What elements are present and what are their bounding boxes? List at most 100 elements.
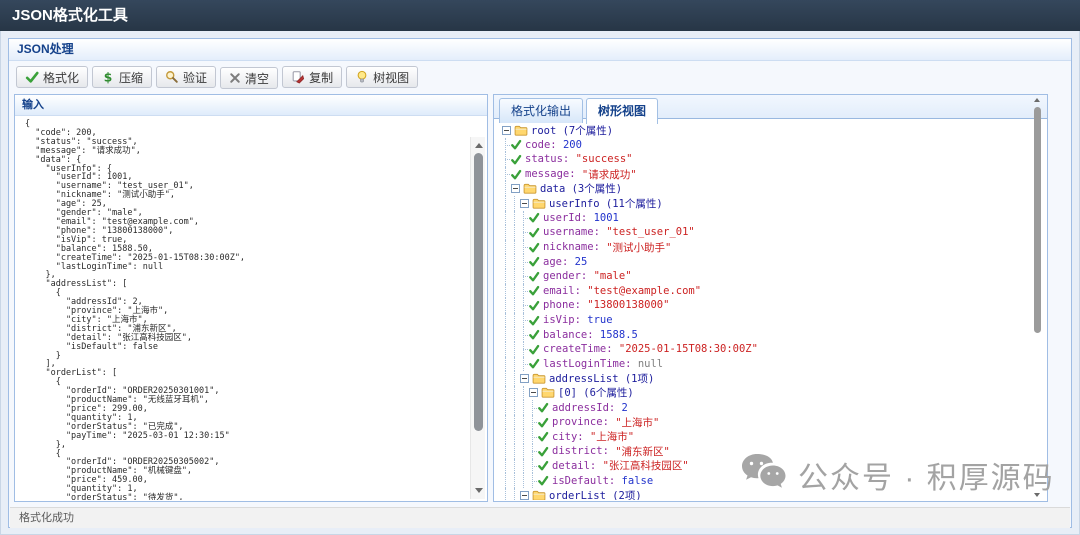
tree-node-label: root (7个属性) <box>531 123 613 138</box>
tree-row[interactable]: root (7个属性) <box>501 123 1046 138</box>
status-bar: 格式化成功 <box>10 507 1070 528</box>
collapse-expander-icon[interactable] <box>502 126 511 135</box>
tree-node-value: "请求成功" <box>582 167 637 182</box>
window-title: JSON格式化工具 <box>0 0 1080 31</box>
panel-title: JSON处理 <box>9 39 1071 61</box>
tree-indent-guide <box>510 313 519 328</box>
tree-row[interactable]: lastLoginTime: null <box>501 357 1046 372</box>
tab-1[interactable]: 树形视图 <box>586 98 658 124</box>
toolbar-button-0[interactable]: 格式化 <box>16 66 88 88</box>
tree-row[interactable]: isVip: true <box>501 313 1046 328</box>
collapse-expander-icon[interactable] <box>520 199 529 208</box>
tree-row[interactable]: balance: 1588.5 <box>501 327 1046 342</box>
tree-row[interactable]: age: 25 <box>501 254 1046 269</box>
scroll-down-arrow-icon[interactable] <box>473 485 484 496</box>
tree-indent-guide <box>501 225 510 240</box>
tree-row[interactable]: userInfo (11个属性) <box>501 196 1046 211</box>
check-icon <box>537 417 549 428</box>
tree-row[interactable]: addressId: 2 <box>501 400 1046 415</box>
tree-node-label: addressList (1项) <box>549 371 654 386</box>
tree-node-value: 1001 <box>594 212 619 224</box>
tree-elbow-guide <box>501 138 510 153</box>
tree-row[interactable]: data (3个属性) <box>501 181 1046 196</box>
tree-row[interactable]: province: "上海市" <box>501 415 1046 430</box>
tree-row[interactable]: status: "success" <box>501 152 1046 167</box>
check-icon <box>537 402 549 413</box>
toolbar-button-1[interactable]: $压缩 <box>92 66 152 88</box>
tree-scrollbar-thumb[interactable] <box>1034 107 1041 333</box>
tree-node-value: "上海市" <box>615 415 659 430</box>
tree-row[interactable]: city: "上海市" <box>501 429 1046 444</box>
tree-row[interactable]: isDefault: false <box>501 473 1046 488</box>
tree-row[interactable]: message: "请求成功" <box>501 167 1046 182</box>
tree-node-value: "test@example.com" <box>587 285 701 297</box>
tree-indent-guide <box>510 400 519 415</box>
tree-scroll-down-arrow-icon[interactable] <box>1034 493 1040 497</box>
json-input-text[interactable]: { "code": 200, "status": "success", "mes… <box>16 116 486 500</box>
toolbar: 格式化$压缩验证 清空复制树视图 <box>9 61 1071 94</box>
tree-row[interactable]: code: 200 <box>501 138 1046 153</box>
output-panel: 格式化输出树形视图 root (7个属性)code: 200status: "s… <box>493 94 1048 502</box>
toolbar-button-2[interactable]: 验证 <box>156 66 216 88</box>
tree-indent-guide <box>510 459 519 474</box>
tree-node-value: null <box>638 358 663 370</box>
input-scrollbar[interactable] <box>470 137 485 499</box>
collapse-expander-icon[interactable] <box>520 491 529 500</box>
tab-0[interactable]: 格式化输出 <box>499 98 583 123</box>
tree-node-value: false <box>622 475 654 487</box>
tree-node-key: message: <box>525 168 576 180</box>
tree-row[interactable]: addressList (1项) <box>501 371 1046 386</box>
scroll-up-arrow-icon[interactable] <box>473 140 484 151</box>
input-panel-title: 输入 <box>15 95 487 116</box>
tree-node-key: district: <box>552 445 609 457</box>
tree-row[interactable]: email: "test@example.com" <box>501 284 1046 299</box>
check-icon <box>528 344 540 355</box>
tree-node-key: addressId: <box>552 402 615 414</box>
tree-indent-guide <box>501 298 510 313</box>
tree-node-key: gender: <box>543 270 587 282</box>
tree-elbow-guide <box>519 357 528 372</box>
tree-row[interactable]: [0] (6个属性) <box>501 386 1046 401</box>
check-icon <box>510 169 522 180</box>
tree-elbow-guide <box>519 342 528 357</box>
tree-row[interactable]: createTime: "2025-01-15T08:30:00Z" <box>501 342 1046 357</box>
tree-indent-guide <box>519 429 528 444</box>
tree-node-value: true <box>587 314 612 326</box>
json-input-area[interactable]: { "code": 200, "status": "success", "mes… <box>16 116 486 500</box>
toolbar-button-label: 清空 <box>245 70 269 87</box>
check-icon <box>528 227 540 238</box>
tree-row[interactable]: gender: "male" <box>501 269 1046 284</box>
toolbar-button-label: 压缩 <box>119 69 143 86</box>
check-icon <box>528 285 540 296</box>
tree-node-value: "success" <box>576 153 633 165</box>
tree-elbow-guide <box>528 444 537 459</box>
tree-indent-guide <box>501 327 510 342</box>
tree-indent-guide <box>510 211 519 226</box>
collapse-expander-icon[interactable] <box>511 184 520 193</box>
tree-row[interactable]: nickname: "测试小助手" <box>501 240 1046 255</box>
tree-row[interactable]: district: "浦东新区" <box>501 444 1046 459</box>
toolbar-button-3[interactable]: 清空 <box>220 67 278 89</box>
check-icon <box>537 475 549 486</box>
tree-elbow-guide <box>528 415 537 430</box>
tree-row[interactable]: username: "test_user_01" <box>501 225 1046 240</box>
collapse-expander-icon[interactable] <box>529 388 538 397</box>
tree-node-value: 200 <box>563 139 582 151</box>
tree-indent-guide <box>510 284 519 299</box>
collapse-expander-icon[interactable] <box>520 374 529 383</box>
tree-indent-guide <box>510 371 519 386</box>
tree-row[interactable]: userId: 1001 <box>501 211 1046 226</box>
tree-node-value: "浦东新区" <box>615 444 670 459</box>
input-scrollbar-thumb[interactable] <box>474 153 483 431</box>
check-icon <box>510 139 522 150</box>
tree-elbow-guide <box>528 429 537 444</box>
check-icon <box>528 315 540 326</box>
tree-node-label: orderList (2项) <box>549 488 642 500</box>
tree-row[interactable]: detail: "张江高科技园区" <box>501 459 1046 474</box>
tree-row[interactable]: phone: "13800138000" <box>501 298 1046 313</box>
toolbar-button-5[interactable]: 树视图 <box>346 66 418 88</box>
clear-x-icon <box>229 72 241 84</box>
tree-scroll-up-arrow-icon[interactable] <box>1034 98 1040 102</box>
toolbar-button-4[interactable]: 复制 <box>282 66 342 88</box>
tree-row[interactable]: orderList (2项) <box>501 488 1046 500</box>
